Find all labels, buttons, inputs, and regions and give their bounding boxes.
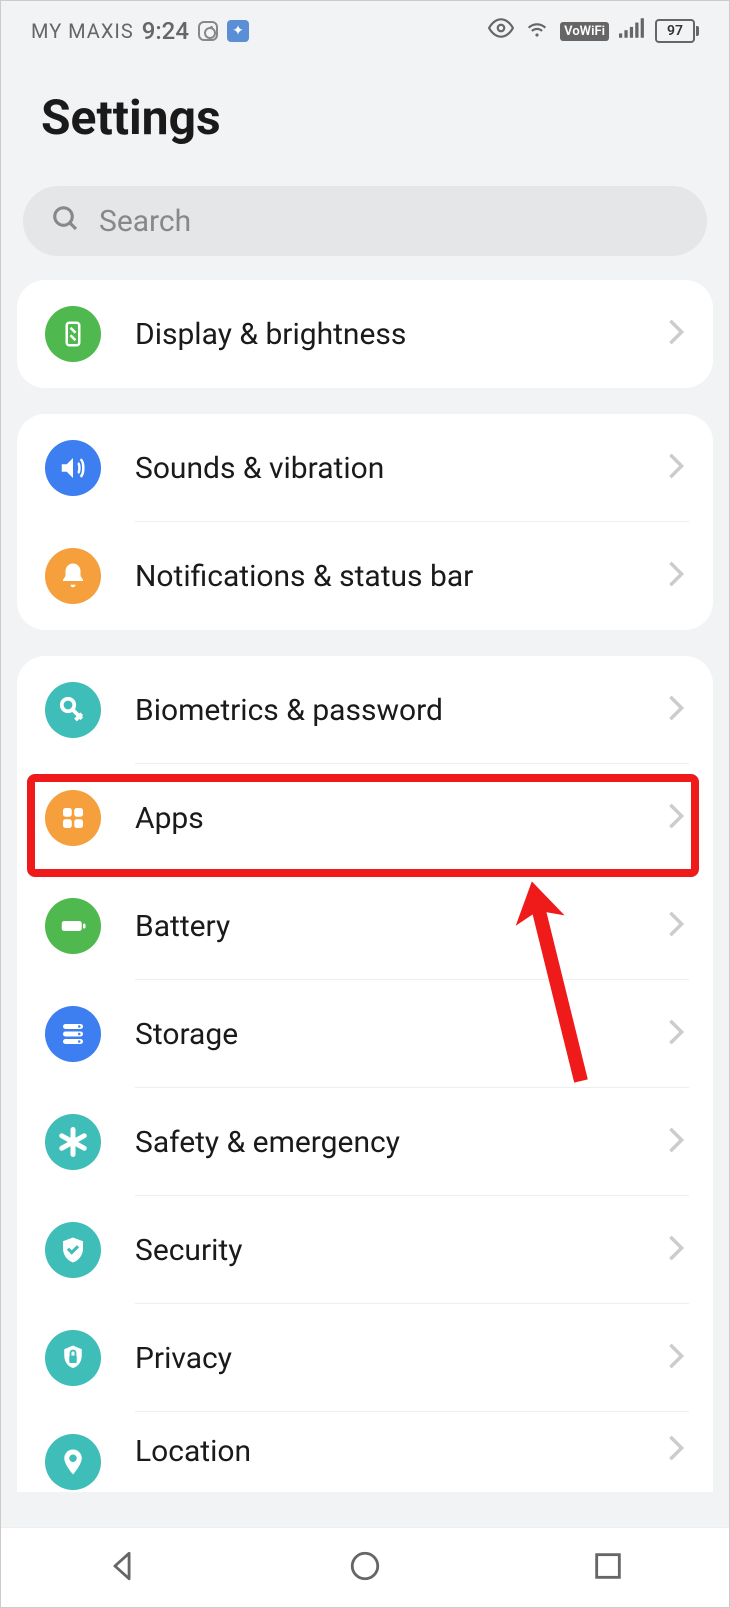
row-biometrics[interactable]: Biometrics & password — [17, 656, 713, 764]
search-input[interactable]: Search — [23, 186, 707, 256]
speaker-icon — [45, 440, 101, 496]
wifi-icon — [524, 15, 550, 47]
privacy-lock-icon — [45, 1330, 101, 1386]
row-apps[interactable]: Apps — [17, 764, 713, 872]
bell-icon — [45, 548, 101, 604]
search-container: Search — [1, 186, 729, 280]
shield-icon — [45, 1222, 101, 1278]
row-label: Sounds & vibration — [135, 451, 667, 486]
time-label: 9:24 — [142, 17, 189, 45]
nav-recent-button[interactable] — [591, 1549, 625, 1587]
chevron-right-icon — [667, 1234, 685, 1266]
chevron-right-icon — [667, 1342, 685, 1374]
row-sounds[interactable]: Sounds & vibration — [17, 414, 713, 522]
search-placeholder: Search — [99, 204, 191, 239]
row-label: Privacy — [135, 1341, 667, 1376]
settings-group-1: Display & brightness — [17, 280, 713, 388]
chevron-right-icon — [667, 452, 685, 484]
eye-icon — [488, 15, 514, 47]
settings-group-2: Sounds & vibration Notifications & statu… — [17, 414, 713, 630]
location-pin-icon — [45, 1434, 101, 1490]
row-notifications[interactable]: Notifications & status bar — [17, 522, 713, 630]
settings-group-3: Biometrics & password Apps Battery Stora… — [17, 656, 713, 1492]
battery-icon — [45, 898, 101, 954]
chevron-right-icon — [667, 1126, 685, 1158]
battery-indicator: 97 — [655, 19, 699, 43]
row-label: Safety & emergency — [135, 1125, 667, 1160]
row-label: Battery — [135, 909, 667, 944]
page-title: Settings — [1, 61, 729, 186]
row-label: Notifications & status bar — [135, 559, 667, 594]
row-battery[interactable]: Battery — [17, 872, 713, 980]
chevron-right-icon — [667, 1018, 685, 1050]
status-left: MY MAXIS 9:24 ✦ — [31, 17, 249, 45]
chevron-right-icon — [667, 694, 685, 726]
row-label: Display & brightness — [135, 317, 667, 352]
navigation-bar — [1, 1527, 729, 1607]
row-privacy[interactable]: Privacy — [17, 1304, 713, 1412]
battery-level: 97 — [655, 19, 695, 43]
chevron-right-icon — [667, 318, 685, 350]
chevron-right-icon — [667, 910, 685, 942]
key-icon — [45, 682, 101, 738]
nav-home-button[interactable] — [348, 1549, 382, 1587]
row-label: Storage — [135, 1017, 667, 1052]
row-label: Security — [135, 1233, 667, 1268]
instagram-notification-icon — [197, 20, 219, 42]
chevron-right-icon — [667, 1434, 685, 1466]
row-safety[interactable]: Safety & emergency — [17, 1088, 713, 1196]
row-label: Biometrics & password — [135, 693, 667, 728]
nav-back-button[interactable] — [105, 1549, 139, 1587]
row-security[interactable]: Security — [17, 1196, 713, 1304]
vowifi-badge: VoWiFi — [560, 22, 609, 41]
status-right: VoWiFi 97 — [488, 15, 699, 47]
chevron-right-icon — [667, 802, 685, 834]
signal-icon — [619, 18, 645, 44]
asterisk-icon — [45, 1114, 101, 1170]
app-notification-icon: ✦ — [227, 20, 249, 42]
storage-icon — [45, 1006, 101, 1062]
row-location[interactable]: Location — [17, 1412, 713, 1492]
row-storage[interactable]: Storage — [17, 980, 713, 1088]
carrier-label: MY MAXIS — [31, 19, 134, 43]
chevron-right-icon — [667, 560, 685, 592]
row-display[interactable]: Display & brightness — [17, 280, 713, 388]
row-label: Apps — [135, 801, 667, 836]
status-bar: MY MAXIS 9:24 ✦ VoWiFi 97 — [1, 1, 729, 61]
apps-grid-icon — [45, 790, 101, 846]
search-icon — [51, 204, 81, 238]
display-icon — [45, 306, 101, 362]
row-label: Location — [135, 1434, 667, 1469]
